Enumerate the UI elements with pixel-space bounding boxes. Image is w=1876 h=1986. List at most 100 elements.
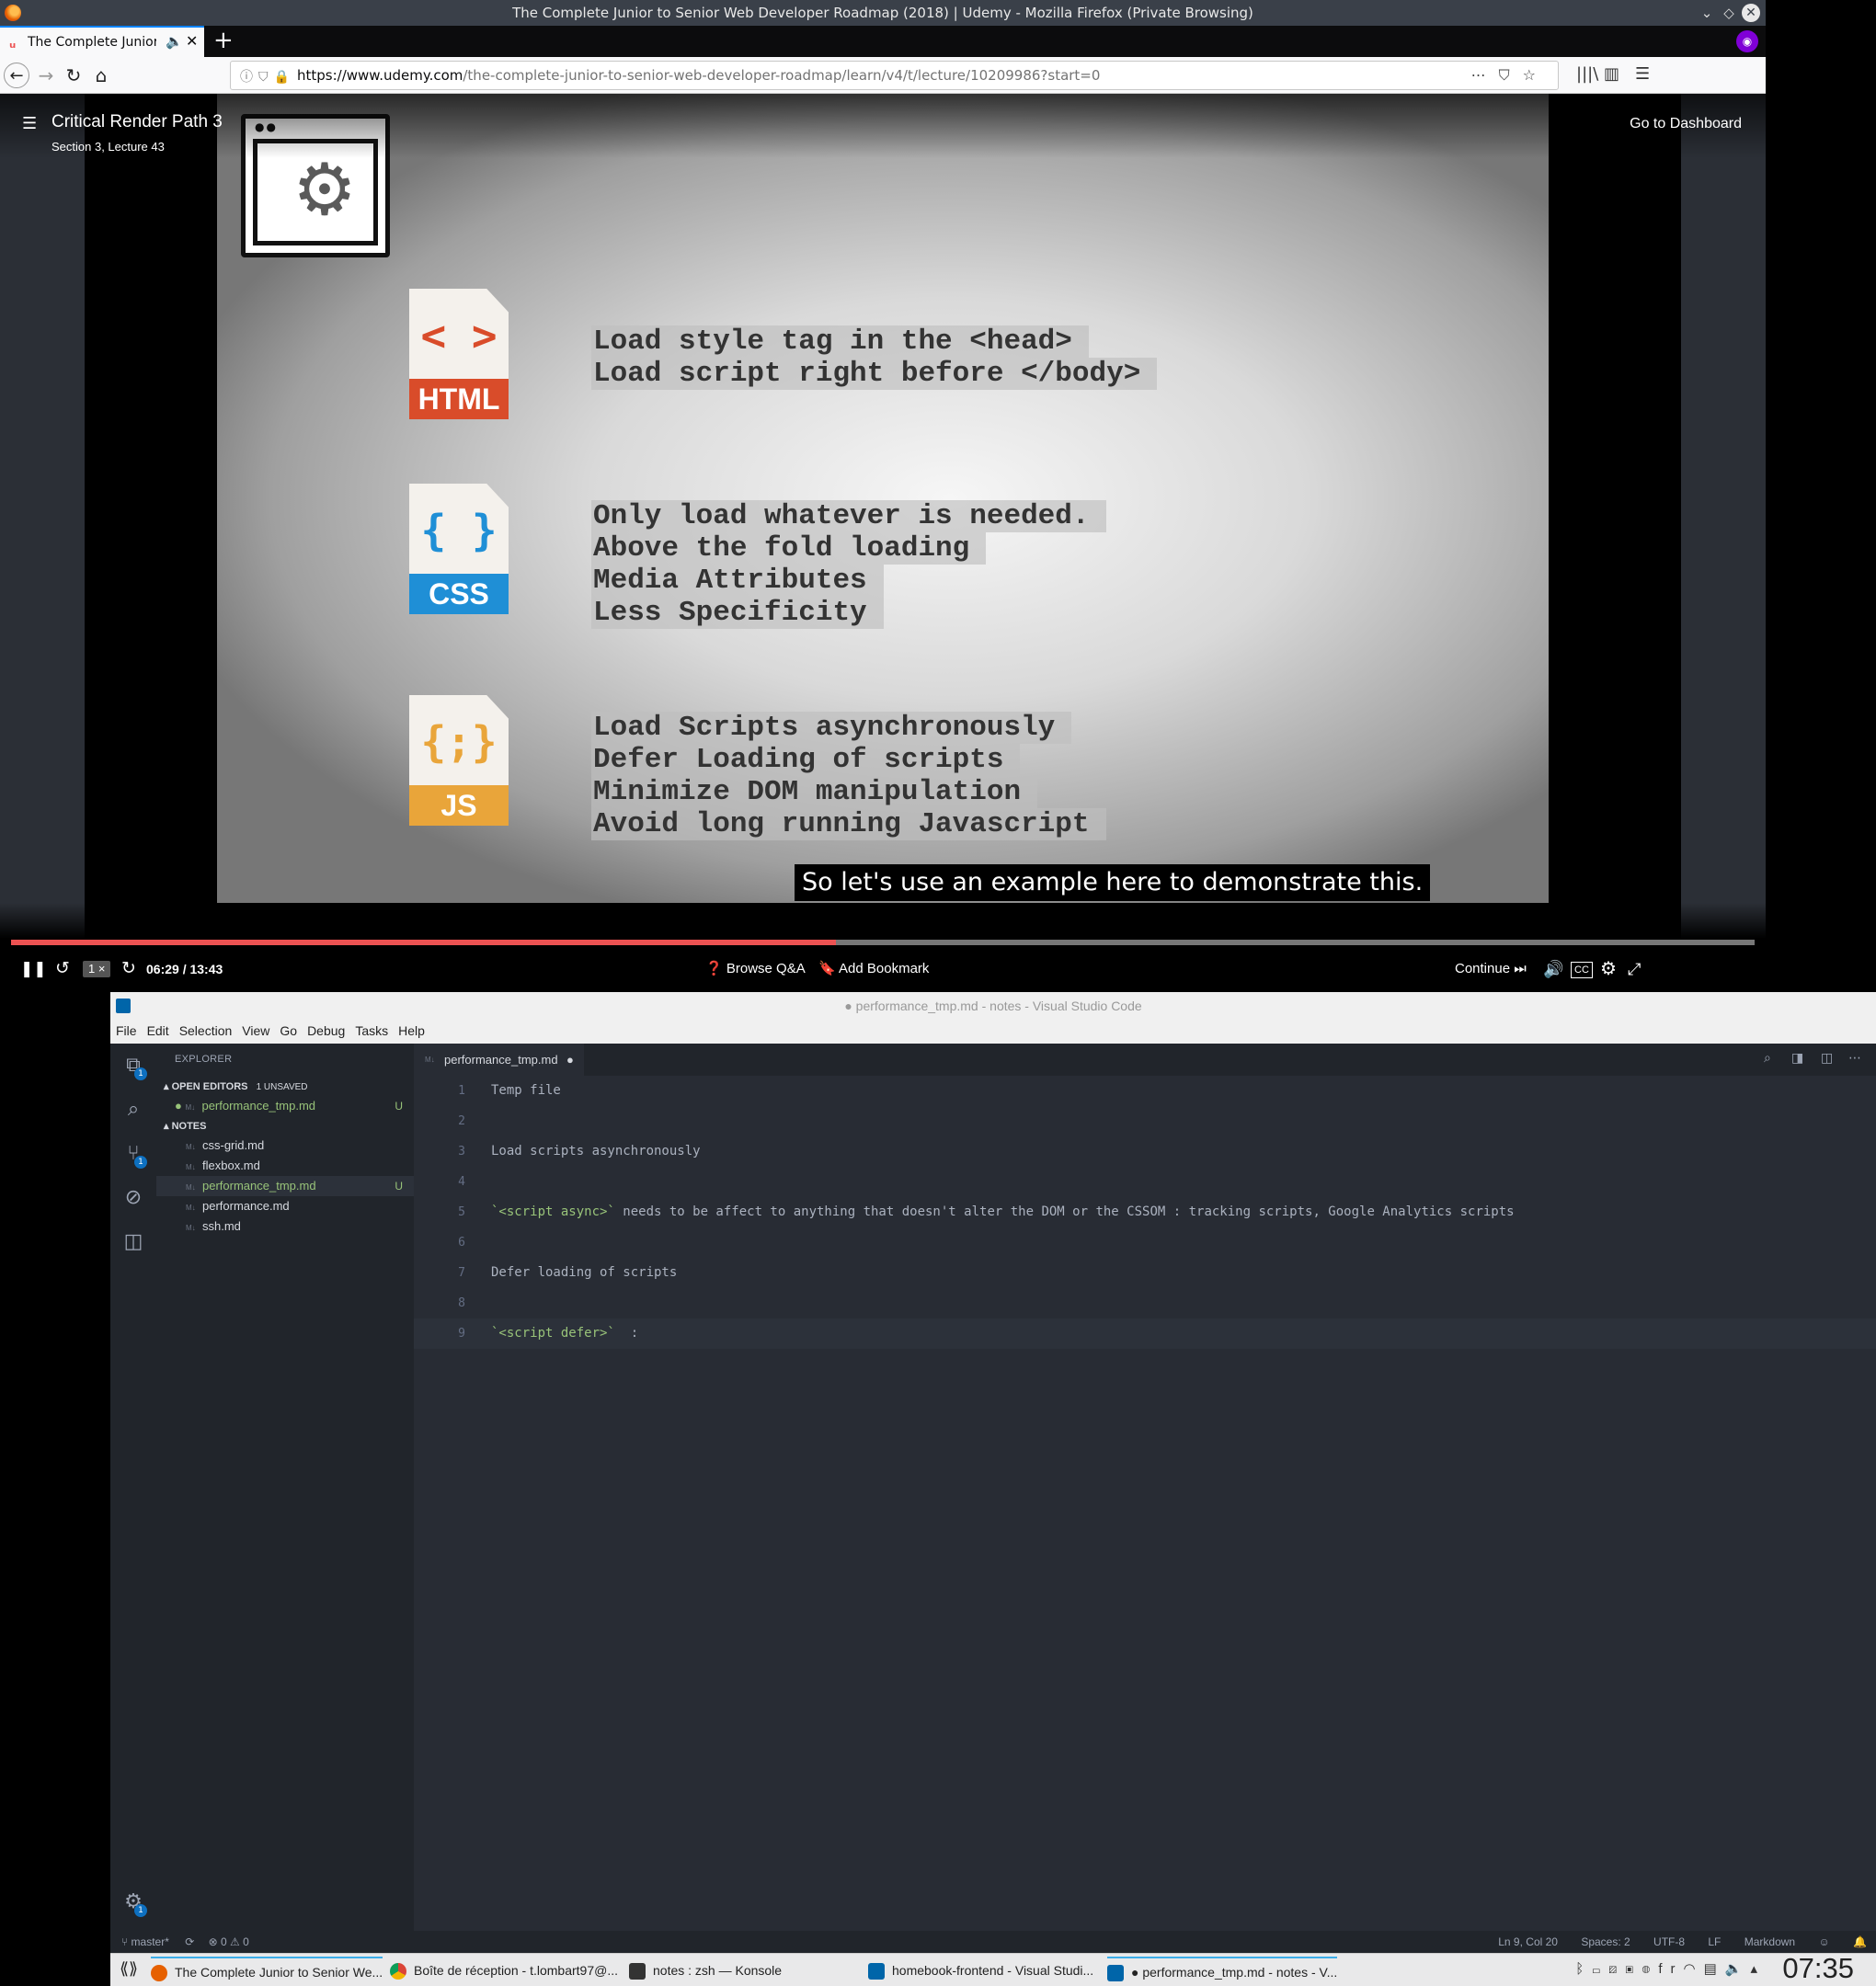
code-line[interactable]: 5 `<script async>` needs to be affect to … <box>414 1197 1876 1227</box>
home-button[interactable]: ⌂ <box>88 63 114 88</box>
explorer-badge: 1 <box>134 1067 147 1080</box>
sidebar-toggle-icon[interactable]: ▥ <box>1604 64 1619 84</box>
cursor-position[interactable]: Ln 9, Col 20 <box>1498 1935 1558 1948</box>
code-line[interactable]: 4 <box>414 1167 1876 1197</box>
file-item[interactable]: M↓ css-grid.md <box>156 1136 414 1156</box>
file-item[interactable]: M↓ performance_tmp.md U <box>156 1176 414 1196</box>
url-text[interactable]: https://www.udemy.com/the-complete-junio… <box>297 67 1100 84</box>
code-line[interactable]: 7 Defer loading of scripts <box>414 1258 1876 1288</box>
page-actions[interactable]: ⋯⛉☆ <box>1471 66 1549 85</box>
open-editor-item[interactable]: ● M↓ performance_tmp.md U <box>156 1096 414 1116</box>
settings-gear-icon[interactable]: ⚙ <box>1600 958 1617 980</box>
new-tab-button[interactable]: + <box>213 28 234 53</box>
video-caption: So let's use an example here to demonstr… <box>795 864 1431 901</box>
tab-performance-tmp[interactable]: M↓ performance_tmp.md ● <box>414 1044 584 1076</box>
network-icon[interactable]: ▣ <box>1625 1961 1642 1977</box>
task-vscode-notes[interactable]: ● performance_tmp.md - notes - V... <box>1107 1957 1338 1984</box>
sync-icon[interactable]: ⟳ <box>185 1935 194 1948</box>
editor-tabs: M↓ performance_tmp.md ● ⌕ ◨ ◫ ⋯ <box>414 1044 1876 1076</box>
reload-button[interactable]: ↻ <box>61 63 86 88</box>
browser-tab-udemy[interactable]: ᵤ The Complete Junior to Senior Web Deve… <box>0 26 204 57</box>
code-line[interactable]: 6 <box>414 1227 1876 1258</box>
wifi-icon[interactable]: ◠ <box>1684 1961 1704 1977</box>
expand-tray-icon[interactable]: ▴ <box>1750 1961 1766 1977</box>
minimize-icon[interactable]: ⌄ <box>1698 4 1716 22</box>
browse-qa-button[interactable]: ❓ Browse Q&A <box>705 958 806 980</box>
split-editor-icon[interactable]: ◫ <box>1821 1051 1833 1066</box>
task-chrome[interactable]: Boîte de réception - t.lombart97@... <box>390 1957 618 1984</box>
maximize-icon[interactable]: ◇ <box>1720 4 1738 22</box>
forward-button[interactable]: → <box>33 63 59 88</box>
notifications-bell-icon[interactable]: 🔔 <box>1853 1935 1867 1948</box>
menu-help[interactable]: Help <box>393 1020 429 1038</box>
menu-selection[interactable]: Selection <box>174 1020 237 1038</box>
search-icon[interactable]: ⌕ <box>122 1099 144 1121</box>
language-mode[interactable]: Markdown <box>1744 1935 1795 1948</box>
add-bookmark-button[interactable]: 🔖 Add Bookmark <box>818 958 929 980</box>
open-editors-section[interactable]: ▴ OPEN EDITORS 1 UNSAVED <box>164 1080 308 1092</box>
task-konsole[interactable]: notes : zsh — Konsole <box>629 1957 782 1984</box>
extensions-icon[interactable]: ◫ <box>122 1231 144 1253</box>
curriculum-menu-icon[interactable]: ☰ <box>22 114 37 133</box>
updates-icon[interactable]: ◍ <box>1642 1961 1658 1977</box>
back-button[interactable]: ← <box>4 63 29 88</box>
url-bar[interactable]: ⓘ⛉🔒 https://www.udemy.com/the-complete-j… <box>230 61 1559 90</box>
feedback-icon[interactable]: ☺ <box>1818 1935 1829 1948</box>
notes-folder[interactable]: ▴ NOTES <box>164 1120 206 1132</box>
fullscreen-icon[interactable]: ⤢ <box>1628 958 1641 980</box>
bluetooth-icon[interactable]: ᛒ <box>1575 1961 1592 1977</box>
keyboard-layout[interactable]: fr <box>1658 1961 1683 1977</box>
markdown-file-icon: M↓ <box>186 1143 196 1151</box>
debug-icon[interactable]: ⊘ <box>122 1187 144 1209</box>
clipboard-icon[interactable]: ▤ <box>1704 1961 1725 1977</box>
go-to-dashboard-link[interactable]: Go to Dashboard <box>1630 116 1742 132</box>
volume-icon[interactable]: 🔈 <box>1725 1961 1751 1977</box>
playback-speed-button[interactable]: 1 × <box>83 961 111 977</box>
forward-icon[interactable]: ↻ <box>121 958 136 980</box>
system-tray[interactable]: ᛒ▭▨▣◍fr◠▤🔈▴ <box>1575 1960 1766 1977</box>
menu-tasks[interactable]: Tasks <box>349 1020 393 1038</box>
image-icon[interactable]: ▨ <box>1608 1961 1625 1977</box>
progress-bar[interactable] <box>11 940 1755 945</box>
clock[interactable]: 07:35 <box>1782 1952 1854 1985</box>
code-line[interactable]: 1 Temp file <box>414 1076 1876 1106</box>
code-line[interactable]: 8 <box>414 1288 1876 1318</box>
preview-side-icon[interactable]: ◨ <box>1791 1051 1803 1066</box>
end-of-line[interactable]: LF <box>1708 1935 1721 1948</box>
encoding[interactable]: UTF-8 <box>1653 1935 1685 1948</box>
video-frame[interactable]: ●● ⚙ < > HTML { } CSS {;} JS Load style … <box>217 94 1549 903</box>
menu-view[interactable]: View <box>236 1020 274 1038</box>
unsaved-dot-icon[interactable]: ● <box>566 1044 574 1076</box>
site-info-icons[interactable]: ⓘ⛉🔒 <box>240 67 295 86</box>
git-branch[interactable]: ⑂ master* <box>121 1935 169 1948</box>
more-actions-icon[interactable]: ⋯ <box>1848 1051 1861 1066</box>
battery-icon[interactable]: ▭ <box>1592 1961 1608 1977</box>
tab-close-icon[interactable]: ✕ <box>186 32 198 50</box>
code-line[interactable]: 2 <box>414 1106 1876 1136</box>
file-item[interactable]: M↓ ssh.md <box>156 1216 414 1237</box>
task-vscode-homebook[interactable]: homebook-frontend - Visual Studi... <box>868 1957 1093 1984</box>
task-firefox[interactable]: The Complete Junior to Senior We... <box>151 1957 383 1984</box>
menu-edit[interactable]: Edit <box>142 1020 174 1038</box>
menu-go[interactable]: Go <box>274 1020 302 1038</box>
pause-icon[interactable]: ❚❚ <box>20 958 47 980</box>
code-line[interactable]: 3 Load scripts asynchronously <box>414 1136 1876 1167</box>
file-item[interactable]: M↓ flexbox.md <box>156 1156 414 1176</box>
file-item[interactable]: M↓ performance.md <box>156 1196 414 1216</box>
menu-file[interactable]: File <box>110 1020 142 1038</box>
problems-indicator[interactable]: ⊗ 0 ⚠ 0 <box>209 1935 249 1948</box>
indentation[interactable]: Spaces: 2 <box>1581 1935 1630 1948</box>
open-preview-icon[interactable]: ⌕ <box>1764 1051 1771 1066</box>
closed-captions-icon[interactable]: CC <box>1571 962 1593 978</box>
application-launcher-icon[interactable]: ⟪⟫ <box>120 1959 138 1979</box>
tab-audio-icon[interactable]: 🔈 <box>166 33 183 50</box>
hamburger-menu-icon[interactable]: ☰ <box>1635 64 1650 84</box>
code-line-current[interactable]: 9 `<script defer>` : <box>414 1318 1876 1349</box>
menu-debug[interactable]: Debug <box>302 1020 349 1038</box>
volume-icon[interactable]: 🔊 <box>1543 958 1563 980</box>
close-window-icon[interactable]: ✕ <box>1742 4 1760 22</box>
firefox-logo-icon <box>5 5 21 21</box>
library-icon[interactable]: |||\ <box>1576 64 1598 84</box>
rewind-icon[interactable]: ↺ <box>55 958 70 980</box>
continue-button[interactable]: Continue ⏭ <box>1455 958 1527 980</box>
